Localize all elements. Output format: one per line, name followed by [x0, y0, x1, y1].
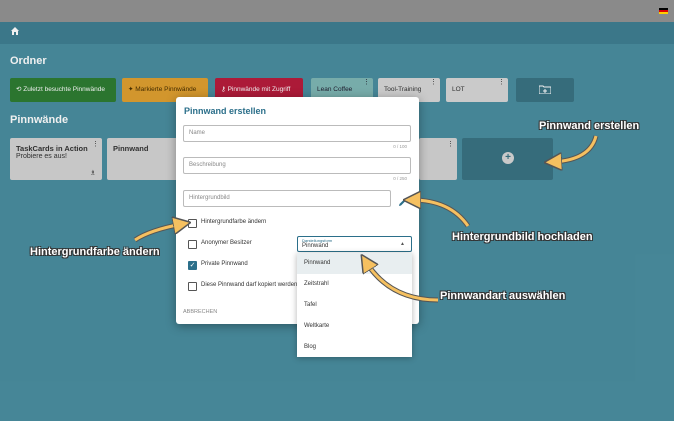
board-title: Pinnwand: [113, 144, 149, 153]
cancel-button[interactable]: ABBRECHEN: [183, 309, 217, 315]
name-input[interactable]: Name: [183, 125, 411, 142]
top-bar: [0, 0, 674, 22]
arrow-bg-color: [133, 221, 183, 243]
board-title: TaskCards in Action: [16, 144, 88, 153]
folder-label: LOT: [452, 86, 465, 93]
menu-item-blog[interactable]: Blog: [297, 337, 412, 358]
bg-color-checkbox[interactable]: [188, 219, 197, 228]
private-board-label: Private Pinnwand: [201, 261, 248, 267]
plus-icon: +: [502, 152, 514, 164]
annotation-board-type: Pinnwandart auswählen: [440, 290, 566, 302]
boards-title: Pinnwände: [10, 114, 69, 126]
board-subtitle: Probiere es aus!: [16, 153, 67, 160]
history-icon: ⟲: [16, 86, 22, 93]
annotation-bg-image: Hintergrundbild hochladen: [452, 231, 593, 243]
name-placeholder: Name: [189, 130, 206, 136]
board-card[interactable]: ⋮: [419, 138, 457, 180]
name-counter: 0 / 100: [393, 144, 407, 149]
bg-color-label: Hintergrundfarbe ändern: [201, 219, 267, 225]
copyable-label: Diese Pinnwand darf kopiert werden: [201, 282, 298, 288]
folder-label: Tool-Training: [384, 86, 422, 93]
background-image-placeholder: Hintergrundbild: [189, 195, 230, 201]
copyable-checkbox[interactable]: [188, 282, 197, 291]
anonymous-owner-checkbox[interactable]: [188, 240, 197, 249]
add-board-button[interactable]: +: [462, 138, 553, 180]
background-image-input[interactable]: Hintergrundbild: [183, 190, 391, 207]
menu-item-tafel[interactable]: Tafel: [297, 295, 412, 316]
dialog-title: Pinnwand erstellen: [184, 106, 267, 116]
folder-label: Zuletzt besuchte Pinnwände: [23, 86, 105, 93]
description-counter: 0 / 250: [393, 176, 407, 181]
pin-icon: ✦: [128, 86, 134, 93]
more-icon[interactable]: ⋮: [498, 78, 505, 88]
menu-item-weltkarte[interactable]: Weltkarte: [297, 316, 412, 337]
pencil-icon[interactable]: [398, 194, 407, 212]
folder-recent[interactable]: ⟲ Zuletzt besuchte Pinnwände: [10, 78, 116, 102]
arrow-bg-image: [411, 197, 471, 228]
gift-icon: ♗: [89, 170, 96, 177]
select-value: Pinnwand: [302, 243, 329, 249]
more-icon[interactable]: ⋮: [92, 140, 99, 148]
menu-item-pinnwand[interactable]: Pinnwand: [297, 253, 412, 274]
board-card[interactable]: TaskCards in Action Probiere es aus! ⋮ ♗: [10, 138, 102, 180]
private-board-checkbox[interactable]: ✓: [188, 261, 197, 270]
add-folder-button[interactable]: [516, 78, 574, 102]
description-placeholder: Beschreibung: [189, 162, 226, 168]
annotation-bg-color: Hintergrundfarbe ändern: [30, 246, 160, 258]
description-input[interactable]: Beschreibung: [183, 157, 411, 174]
key-icon: ⚷: [221, 86, 226, 93]
more-icon[interactable]: ⋮: [447, 140, 454, 148]
caret-up-icon: ▲: [400, 241, 405, 247]
folder-add-icon: [538, 85, 552, 95]
nav-bar: [0, 22, 674, 44]
home-icon[interactable]: [10, 26, 20, 36]
board-type-select[interactable]: Darstellungsform Pinnwand ▲: [297, 236, 412, 252]
more-icon[interactable]: ⋮: [363, 78, 370, 88]
board-type-menu: Pinnwand Zeitstrahl Tafel Weltkarte Blog: [297, 253, 412, 357]
folder-label: Lean Coffee: [317, 86, 353, 93]
folder-label: Pinnwände mit Zugriff: [227, 86, 291, 93]
annotation-create: Pinnwand erstellen: [539, 120, 640, 132]
folders-title: Ordner: [10, 55, 47, 67]
german-flag-icon[interactable]: [659, 8, 668, 14]
arrow-create: [552, 135, 599, 165]
anonymous-owner-label: Anonymer Besitzer: [201, 240, 252, 246]
board-card[interactable]: Pinnwand: [107, 138, 179, 180]
menu-item-zeitstrahl[interactable]: Zeitstrahl: [297, 274, 412, 295]
more-icon[interactable]: ⋮: [430, 78, 437, 88]
folder-label: Markierte Pinnwände: [135, 86, 197, 93]
folder-lot[interactable]: LOT ⋮: [446, 78, 508, 102]
